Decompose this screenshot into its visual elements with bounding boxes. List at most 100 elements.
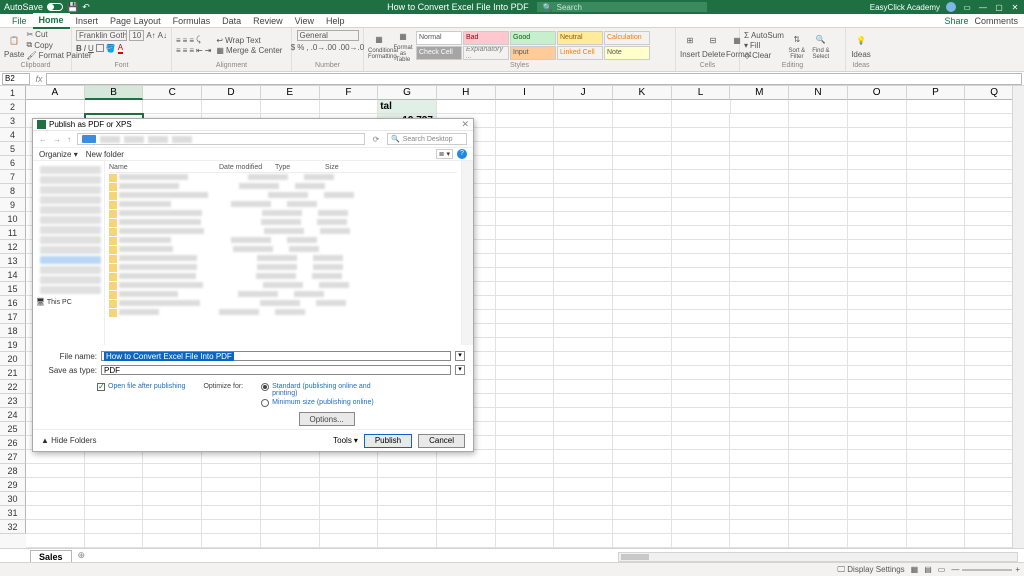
cell[interactable] — [789, 114, 848, 128]
cell[interactable] — [672, 100, 731, 114]
cell[interactable] — [26, 534, 85, 548]
cell[interactable] — [848, 184, 907, 198]
cell[interactable] — [730, 394, 789, 408]
cell[interactable] — [202, 506, 261, 520]
cell[interactable] — [730, 534, 789, 548]
cell[interactable] — [554, 100, 613, 114]
cell[interactable] — [789, 408, 848, 422]
cell[interactable] — [378, 506, 437, 520]
col-header-D[interactable]: D — [202, 86, 261, 100]
row-header-29[interactable]: 29 — [0, 478, 26, 492]
cell[interactable] — [730, 478, 789, 492]
cell[interactable] — [378, 464, 437, 478]
cell[interactable] — [320, 450, 379, 464]
cell[interactable] — [672, 492, 731, 506]
cell[interactable] — [672, 394, 731, 408]
cell[interactable] — [907, 142, 966, 156]
cell[interactable] — [496, 338, 555, 352]
row-header-25[interactable]: 25 — [0, 422, 26, 436]
cell[interactable] — [613, 128, 672, 142]
cell[interactable] — [907, 212, 966, 226]
tab-view[interactable]: View — [289, 14, 320, 28]
cell[interactable] — [848, 212, 907, 226]
row-header-28[interactable]: 28 — [0, 464, 26, 478]
cell[interactable] — [730, 436, 789, 450]
cell[interactable] — [672, 380, 731, 394]
cell[interactable] — [789, 338, 848, 352]
cell[interactable] — [554, 310, 613, 324]
cell[interactable] — [789, 450, 848, 464]
tools-dropdown[interactable]: Tools ▾ — [333, 436, 358, 445]
cell[interactable] — [789, 184, 848, 198]
cell[interactable] — [789, 226, 848, 240]
cell[interactable] — [261, 450, 320, 464]
cell[interactable] — [613, 422, 672, 436]
fill-button[interactable]: ▾ Fill — [744, 41, 784, 50]
cell[interactable] — [554, 506, 613, 520]
cell[interactable] — [848, 282, 907, 296]
row-header-27[interactable]: 27 — [0, 450, 26, 464]
cell[interactable] — [907, 310, 966, 324]
row-header-11[interactable]: 11 — [0, 226, 26, 240]
cell[interactable] — [85, 534, 144, 548]
align-middle-icon[interactable]: ≡ — [183, 36, 188, 45]
new-sheet-button[interactable]: ⊕ — [78, 550, 86, 561]
avatar[interactable] — [946, 2, 956, 12]
indent-increase-icon[interactable]: ⇥ — [205, 46, 212, 55]
cell[interactable] — [672, 226, 731, 240]
refresh-icon[interactable]: ⟳ — [371, 135, 381, 144]
cell[interactable] — [613, 408, 672, 422]
zoom-slider[interactable] — [962, 569, 1012, 571]
cell[interactable] — [496, 282, 555, 296]
formula-input[interactable] — [46, 73, 1022, 85]
cell[interactable] — [378, 450, 437, 464]
cell[interactable] — [789, 282, 848, 296]
cell[interactable] — [789, 310, 848, 324]
cell[interactable] — [848, 520, 907, 534]
cell[interactable] — [143, 464, 202, 478]
cell[interactable] — [848, 464, 907, 478]
cell[interactable] — [672, 114, 731, 128]
cell[interactable] — [496, 380, 555, 394]
cell[interactable] — [437, 506, 496, 520]
clear-button[interactable]: ◇ Clear — [744, 51, 784, 60]
cell[interactable] — [261, 492, 320, 506]
cell[interactable] — [437, 100, 496, 114]
vertical-scrollbar[interactable] — [1012, 86, 1024, 548]
cell[interactable] — [613, 268, 672, 282]
align-center-icon[interactable]: ≡ — [183, 46, 188, 55]
cell[interactable] — [496, 128, 555, 142]
cell[interactable] — [437, 478, 496, 492]
cell[interactable] — [496, 506, 555, 520]
row-header-30[interactable]: 30 — [0, 492, 26, 506]
cell[interactable] — [496, 198, 555, 212]
cell[interactable] — [848, 366, 907, 380]
row-header-23[interactable]: 23 — [0, 394, 26, 408]
list-item[interactable] — [109, 192, 457, 200]
cell[interactable] — [672, 422, 731, 436]
cell[interactable] — [613, 478, 672, 492]
cell[interactable] — [789, 352, 848, 366]
cell[interactable] — [554, 212, 613, 226]
account-name[interactable]: EasyClick Academy — [870, 3, 940, 12]
row-header-14[interactable]: 14 — [0, 268, 26, 282]
col-name[interactable]: Name — [109, 164, 219, 171]
cell[interactable] — [613, 338, 672, 352]
cell[interactable] — [202, 464, 261, 478]
cell[interactable] — [261, 534, 320, 548]
col-header-P[interactable]: P — [907, 86, 966, 100]
cell[interactable] — [613, 366, 672, 380]
col-date[interactable]: Date modified — [219, 164, 275, 171]
cell[interactable] — [907, 366, 966, 380]
cell[interactable] — [613, 212, 672, 226]
cell[interactable] — [907, 170, 966, 184]
cell[interactable] — [437, 450, 496, 464]
cell[interactable] — [85, 478, 144, 492]
cell[interactable] — [848, 198, 907, 212]
cell[interactable] — [613, 352, 672, 366]
cell[interactable] — [613, 296, 672, 310]
cell[interactable] — [143, 520, 202, 534]
row-header-17[interactable]: 17 — [0, 310, 26, 324]
cell[interactable] — [320, 464, 379, 478]
cell[interactable] — [907, 114, 966, 128]
